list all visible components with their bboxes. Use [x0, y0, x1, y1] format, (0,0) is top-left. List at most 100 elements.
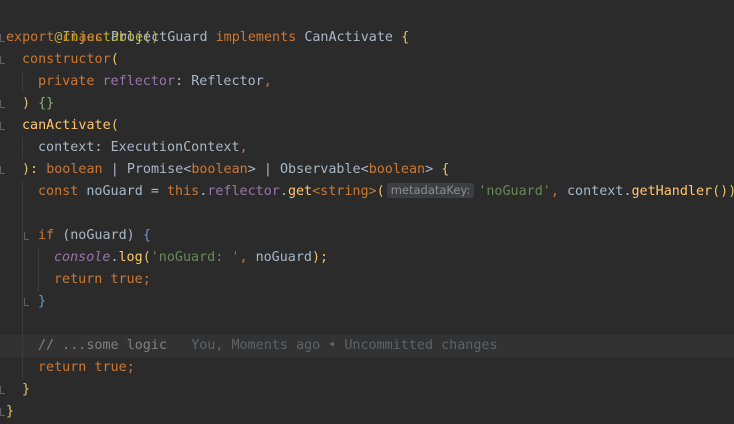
method-name: canActivate — [22, 118, 111, 133]
keyword-token: export — [6, 30, 55, 45]
method-name: getHandler — [631, 184, 713, 199]
indent-guide — [22, 269, 23, 291]
indent-guide — [22, 225, 23, 247]
keyword-token: const — [38, 184, 79, 199]
code-line[interactable]: constructor( — [0, 49, 734, 71]
paren-token: ); — [312, 250, 329, 265]
code-line[interactable]: private reflector: Reflector, — [0, 71, 734, 93]
keyword-token: this — [167, 184, 200, 199]
fold-marker-icon[interactable] — [0, 386, 5, 394]
code-line[interactable]: return true; — [0, 357, 734, 379]
keyword-token: return — [38, 360, 87, 375]
angle-token: < — [360, 162, 369, 177]
paren-token: ): — [22, 162, 39, 177]
comma-token: , — [239, 250, 248, 265]
brace-token: { — [142, 228, 151, 243]
console-object: console — [54, 250, 111, 265]
indent-guide — [38, 247, 39, 269]
fold-marker-icon[interactable] — [0, 166, 5, 174]
code-line[interactable]: } — [0, 291, 734, 313]
condition-text: (noGuard) — [62, 228, 135, 243]
code-line[interactable]: context: ExecutionContext, — [0, 137, 734, 159]
parameter-name: context — [38, 140, 95, 155]
code-line[interactable]: } — [0, 379, 734, 401]
fold-marker-icon[interactable] — [24, 232, 29, 240]
code-editor[interactable]: @Injectable() export class ProjectGuard … — [0, 0, 734, 424]
fold-marker-icon[interactable] — [0, 122, 5, 130]
equals-token: = — [150, 184, 159, 199]
boolean-literal: true — [94, 360, 127, 375]
pipe-token: | — [110, 162, 119, 177]
string-literal: 'noGuard: ' — [150, 250, 240, 265]
code-line[interactable]: export class ProjectGuard implements Can… — [0, 27, 734, 49]
paren-token: ( — [110, 52, 119, 67]
indent-guide — [22, 203, 23, 225]
code-line[interactable]: canActivate( — [0, 115, 734, 137]
fold-marker-icon[interactable] — [0, 56, 5, 64]
indent-guide — [22, 335, 23, 357]
keyword-token: class — [62, 30, 103, 45]
indent-guide — [38, 269, 39, 291]
code-line[interactable]: if (noGuard) { — [0, 225, 734, 247]
angle-token: > — [247, 162, 256, 177]
angle-token: > — [425, 162, 434, 177]
keyword-token: private — [38, 74, 95, 89]
comma-token: , — [263, 74, 272, 89]
indent-guide — [22, 313, 23, 335]
property-name: reflector — [207, 184, 280, 199]
code-line[interactable]: ) {} — [0, 93, 734, 115]
comma-token: , — [550, 184, 559, 199]
property-name: reflector — [102, 74, 176, 89]
indent-guide — [22, 247, 23, 269]
paren-token: ()); — [712, 184, 734, 199]
code-comment: // ...some logic — [38, 338, 167, 353]
code-line[interactable] — [0, 203, 734, 225]
colon-token: : — [175, 74, 184, 89]
keyword-token: return — [54, 272, 103, 287]
git-blame-annotation[interactable]: You, Moments ago • Uncommitted changes — [191, 338, 497, 353]
method-name: get — [287, 184, 313, 199]
class-name: ProjectGuard — [110, 30, 208, 45]
fold-marker-icon[interactable] — [0, 100, 5, 108]
type-name: Promise — [126, 162, 184, 177]
brace-token: } — [22, 382, 31, 397]
comma-token: , — [239, 140, 248, 155]
code-line[interactable]: const noGuard = this.reflector.get<strin… — [0, 181, 734, 203]
brace-token: { — [441, 162, 450, 177]
pipe-token: | — [263, 162, 272, 177]
brace-token: } — [6, 404, 15, 419]
type-keyword: boolean — [368, 162, 426, 177]
boolean-literal: true — [110, 272, 143, 287]
dot-token: . — [623, 184, 632, 199]
variable-name: context — [567, 184, 624, 199]
brace-token: {} — [38, 96, 55, 111]
colon-token: : — [94, 140, 103, 155]
code-line[interactable]: return true; — [0, 269, 734, 291]
keyword-token: constructor — [22, 52, 111, 67]
code-line[interactable]: console.log('noGuard: ', noGuard); — [0, 247, 734, 269]
interface-name: CanActivate — [304, 30, 393, 45]
semicolon-token: ; — [126, 360, 135, 375]
type-name: Observable — [280, 162, 361, 177]
code-line[interactable]: ): boolean | Promise<boolean> | Observab… — [0, 159, 734, 181]
code-line[interactable]: @Injectable() — [0, 5, 734, 45]
variable-name: noGuard — [86, 184, 143, 199]
keyword-token: if — [38, 228, 55, 243]
generic-token: <string> — [312, 184, 377, 199]
type-keyword: boolean — [46, 162, 103, 177]
fold-marker-icon[interactable] — [0, 34, 5, 42]
code-line[interactable] — [0, 313, 734, 335]
paren-token: ( — [142, 250, 151, 265]
code-line[interactable]: } — [0, 401, 734, 423]
keyword-token: implements — [215, 30, 297, 45]
fold-marker-icon[interactable] — [24, 298, 29, 306]
string-literal: 'noGuard' — [478, 184, 551, 199]
current-code-line[interactable]: // ...some logic You, Moments ago • Unco… — [0, 335, 734, 357]
semicolon-token: ; — [142, 272, 151, 287]
type-name: Reflector — [191, 74, 264, 89]
type-keyword: boolean — [191, 162, 248, 177]
type-name: ExecutionContext — [110, 140, 240, 155]
brace-token: } — [38, 294, 47, 309]
variable-name: noGuard — [255, 250, 312, 265]
fold-marker-icon[interactable] — [0, 408, 5, 416]
